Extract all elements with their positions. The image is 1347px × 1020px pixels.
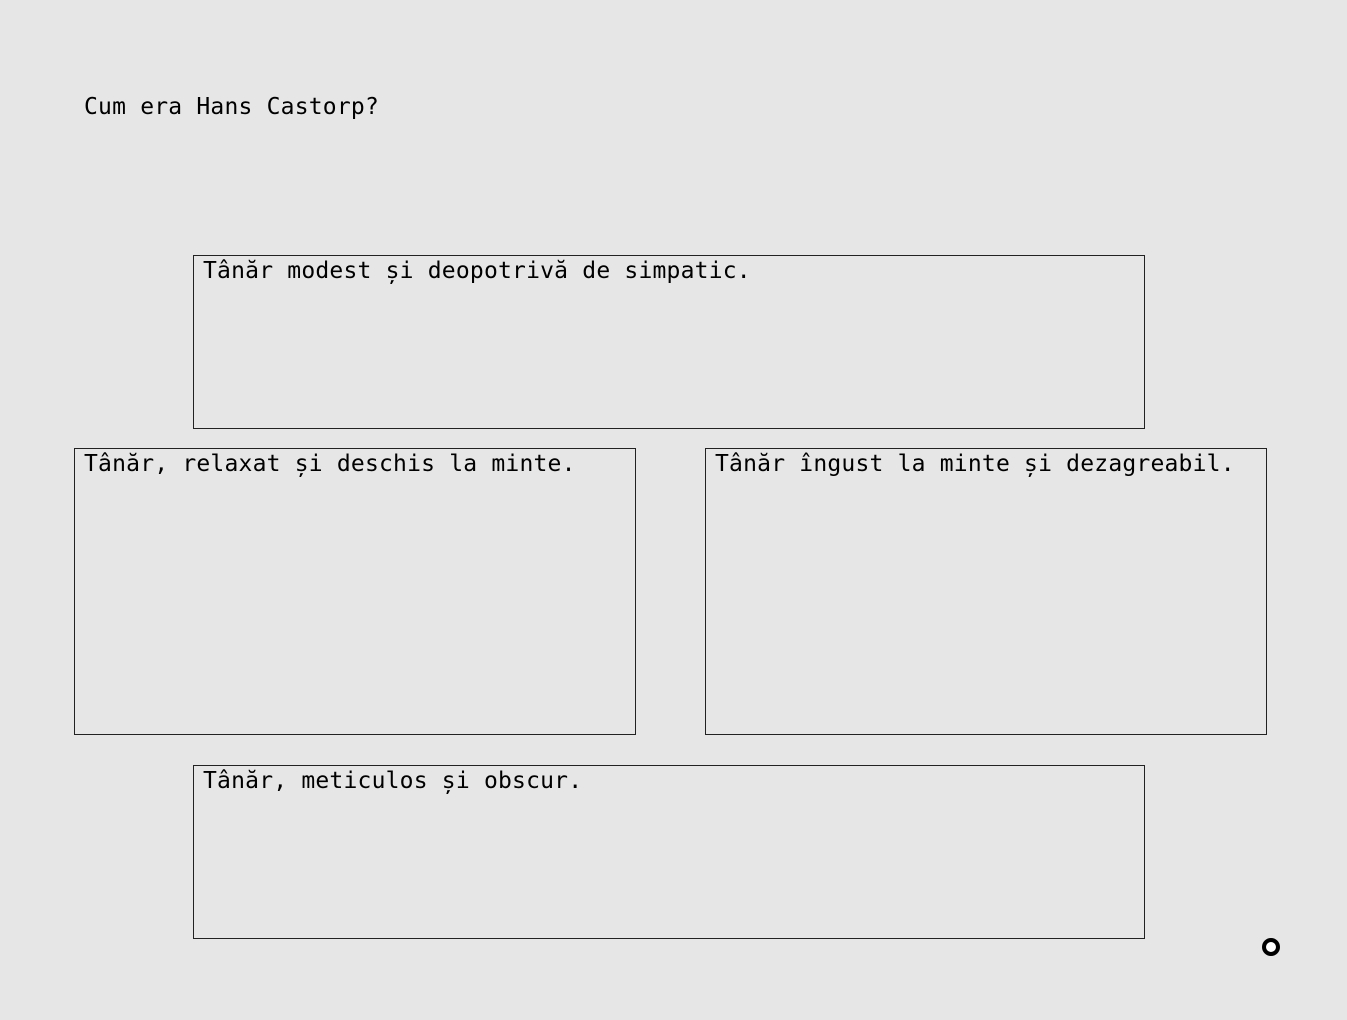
answer-option-label: Tânăr, relaxat și deschis la minte. [84,451,576,477]
answer-option-label: Tânăr îngust la minte și dezagreabil. [715,451,1235,477]
answer-option-3[interactable]: Tânăr îngust la minte și dezagreabil. [705,448,1267,735]
ring-icon [1262,938,1280,956]
answer-option-label: Tânăr, meticulos și obscur. [203,768,583,794]
answer-option-2[interactable]: Tânăr, relaxat și deschis la minte. [74,448,636,735]
answer-option-label: Tânăr modest și deopotrivă de simpatic. [203,258,751,284]
question-text: Cum era Hans Castorp? [84,94,379,120]
answer-option-1[interactable]: Tânăr modest și deopotrivă de simpatic. [193,255,1145,429]
answer-option-4[interactable]: Tânăr, meticulos și obscur. [193,765,1145,939]
